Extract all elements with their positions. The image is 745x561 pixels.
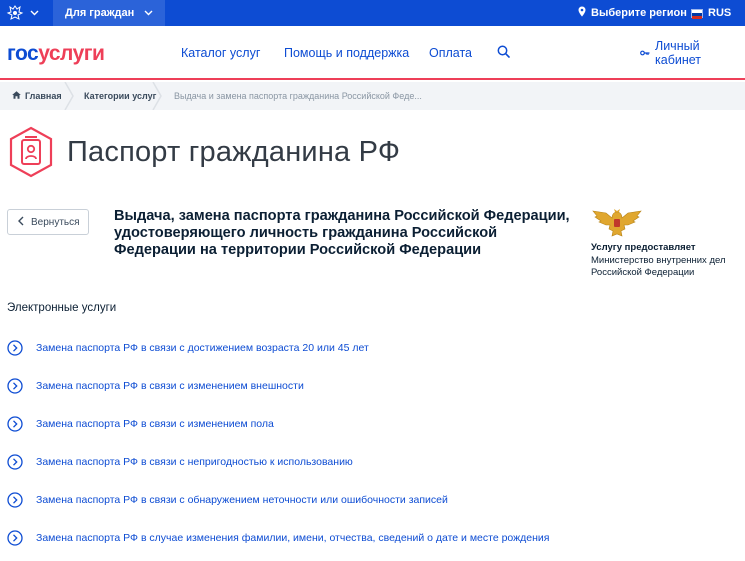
language-selector[interactable]: RUS: [691, 0, 731, 26]
gosuslugi-logo[interactable]: госуслуги: [7, 42, 105, 66]
personal-cabinet-label: Личный кабинет: [655, 39, 702, 67]
provider-name: Министерство внутренних дел Российской Ф…: [591, 255, 726, 278]
eservice-label: Замена паспорта РФ в связи с изменением …: [36, 380, 304, 392]
breadcrumb-home[interactable]: Главная: [12, 82, 62, 110]
chevron-down-icon: [30, 10, 39, 16]
eservice-link[interactable]: Замена паспорта РФ в связи с обнаружение…: [7, 490, 448, 510]
map-pin-icon: [578, 6, 586, 20]
eservice-label: Замена паспорта РФ в случае изменения фа…: [36, 532, 550, 544]
breadcrumb-categories[interactable]: Категории услуг: [84, 82, 156, 110]
personal-cabinet-link[interactable]: Личный кабинет: [640, 26, 745, 80]
region-label: Выберите регион: [591, 7, 687, 19]
breadcrumb-separator: [152, 81, 162, 112]
eservices-title: Электронные услуги: [7, 302, 117, 314]
home-icon: [12, 91, 21, 101]
main-header: госуслуги Каталог услуг Помощь и поддерж…: [0, 26, 745, 80]
service-title: Выдача, замена паспорта гражданина Росси…: [114, 208, 570, 258]
audience-selector[interactable]: Для граждан: [53, 0, 166, 26]
chevron-left-icon: [18, 216, 24, 229]
search-button[interactable]: [497, 26, 510, 80]
breadcrumb: Главная Категории услуг Выдача и замена …: [0, 81, 745, 112]
eservice-label: Замена паспорта РФ в связи с изменением …: [36, 418, 274, 430]
top-bar: Для граждан Выберите регион RUS: [0, 0, 745, 26]
chevron-circle-right-icon: [7, 378, 23, 394]
russian-emblem-icon: [6, 4, 24, 22]
back-button[interactable]: Вернуться: [7, 209, 89, 235]
chevron-circle-right-icon: [7, 530, 23, 546]
nav-catalog[interactable]: Каталог услуг: [181, 26, 260, 80]
breadcrumb-separator: [64, 81, 74, 112]
provider-label: Услугу предоставляет: [591, 242, 696, 253]
chevron-circle-right-icon: [7, 492, 23, 508]
eservice-label: Замена паспорта РФ в связи с непригоднос…: [36, 456, 353, 468]
eservice-link[interactable]: Замена паспорта РФ в связи с изменением …: [7, 414, 274, 434]
logo-part-gos: гос: [7, 42, 39, 65]
audience-label: Для граждан: [65, 7, 135, 19]
nav-help[interactable]: Помощь и поддержка: [284, 26, 409, 80]
eservice-label: Замена паспорта РФ в связи с обнаружение…: [36, 494, 448, 506]
chevron-circle-right-icon: [7, 416, 23, 432]
chevron-circle-right-icon: [7, 454, 23, 470]
breadcrumb-current: Выдача и замена паспорта гражданина Росс…: [174, 91, 422, 101]
back-button-label: Вернуться: [31, 216, 80, 228]
eservice-label: Замена паспорта РФ в связи с достижением…: [36, 342, 369, 354]
logo-part-uslugi: услуги: [38, 42, 105, 65]
portal-menu-toggle[interactable]: [6, 3, 39, 23]
chevron-circle-right-icon: [7, 340, 23, 356]
nav-payment[interactable]: Оплата: [429, 26, 472, 80]
eservice-link[interactable]: Замена паспорта РФ в связи с непригоднос…: [7, 452, 353, 472]
page-title: Паспорт гражданина РФ: [67, 136, 401, 168]
chevron-down-icon: [144, 7, 153, 19]
breadcrumb-home-label: Главная: [25, 91, 62, 101]
eservice-link[interactable]: Замена паспорта РФ в связи с достижением…: [7, 338, 369, 358]
mvd-emblem-icon: [591, 208, 643, 243]
region-selector[interactable]: Выберите регион: [578, 0, 687, 26]
russian-flag-icon: [691, 8, 703, 19]
eservice-link[interactable]: Замена паспорта РФ в связи с изменением …: [7, 376, 304, 396]
eservice-link[interactable]: Замена паспорта РФ в случае изменения фа…: [7, 528, 549, 548]
key-icon: [640, 46, 650, 60]
passport-icon: [7, 126, 55, 183]
search-icon: [497, 45, 510, 61]
language-label: RUS: [708, 7, 732, 19]
